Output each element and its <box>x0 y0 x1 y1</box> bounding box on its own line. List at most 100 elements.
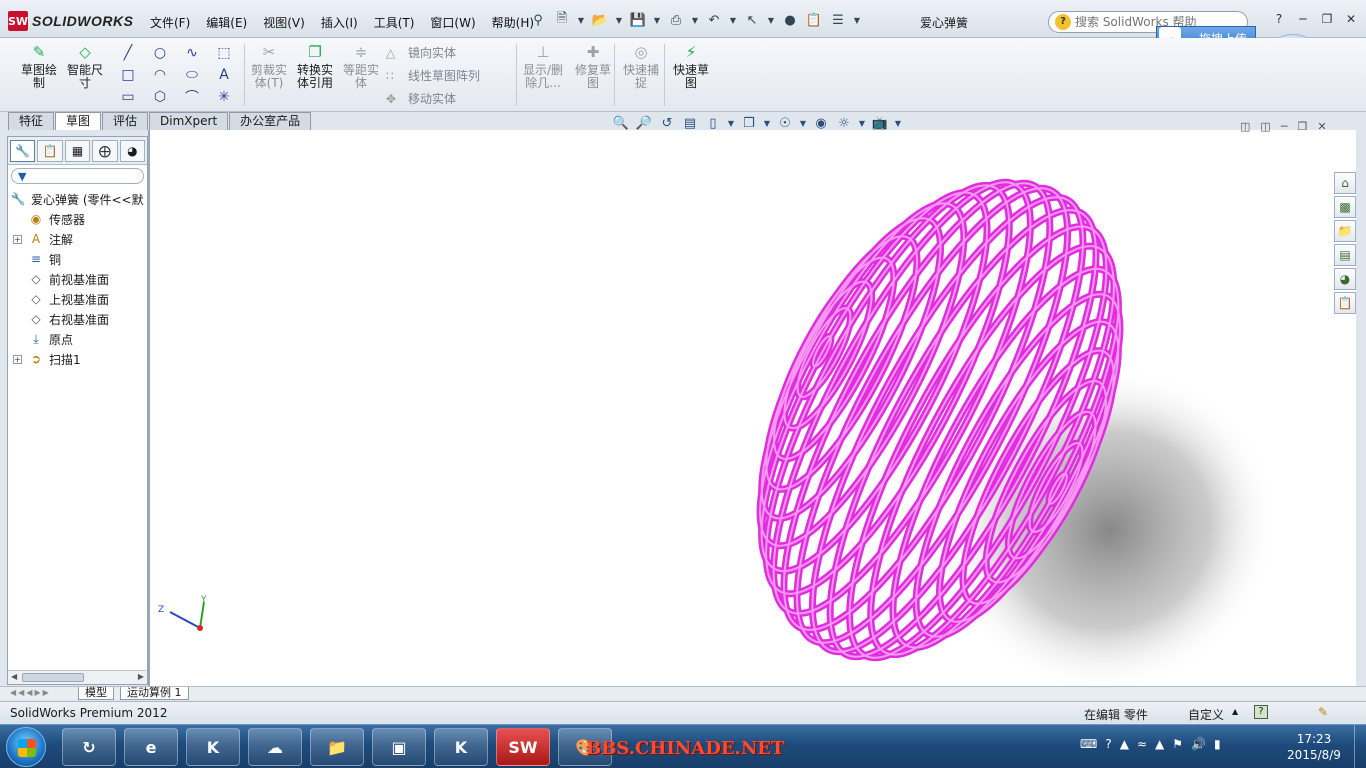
linear-pattern-button[interactable]: ∷ 线性草图阵列 <box>386 67 480 84</box>
print-icon[interactable]: ⎙ <box>666 11 686 29</box>
custom-properties-icon[interactable]: 📋 <box>1334 292 1356 314</box>
tab-office-products[interactable]: 办公室产品 <box>229 112 312 130</box>
system-clock[interactable]: 17:23 2015/8/9 <box>1286 731 1342 763</box>
undo-icon[interactable]: ↶ <box>704 11 724 29</box>
chevron-down-icon[interactable]: ▼ <box>690 11 700 29</box>
display-delete-relations-button[interactable]: ⊥ 显示/删除几... <box>520 42 566 90</box>
menu-file[interactable]: 文件(F) <box>142 12 198 33</box>
show-desktop-button[interactable] <box>1354 725 1366 768</box>
chevron-down-icon[interactable]: ▼ <box>614 11 624 29</box>
appearances-icon[interactable]: ◕ <box>1334 268 1356 290</box>
viewport-tile-icon[interactable]: ◫ <box>1240 120 1250 133</box>
rectangle-icon[interactable]: □ <box>112 64 144 86</box>
tab-evaluate[interactable]: 评估 <box>102 112 149 130</box>
tree-item-top-plane[interactable]: ◇ 上视基准面 <box>8 289 147 309</box>
new-document-icon[interactable]: 🗎 <box>552 11 572 29</box>
viewport-restore-icon[interactable]: ❐ <box>1297 120 1307 133</box>
scroll-left-icon[interactable]: ◀ <box>11 672 17 681</box>
dimxpert-manager-tab-icon[interactable]: ⨁ <box>92 140 118 162</box>
file-explorer-icon[interactable]: 📁 <box>1334 220 1356 242</box>
arc-icon[interactable]: ◠ <box>144 64 176 86</box>
file-properties-icon[interactable]: 📋 <box>804 11 824 29</box>
view-orientation-icon[interactable]: ▯ <box>704 116 722 131</box>
help-status-icon[interactable]: ? <box>1254 705 1268 719</box>
scroll-right-icon[interactable]: ▶ <box>138 672 144 681</box>
open-folder-icon[interactable]: 📂 <box>590 11 610 29</box>
chevron-down-icon[interactable]: ▼ <box>858 119 866 128</box>
rapid-sketch-button[interactable]: ⚡ 快速草图 <box>668 42 714 90</box>
tree-item-right-plane[interactable]: ◇ 右视基准面 <box>8 309 147 329</box>
line-icon[interactable]: ╱ <box>112 42 144 64</box>
expand-icon[interactable]: + <box>13 354 22 364</box>
tree-item-sweep1[interactable]: + ➲ 扫描1 <box>8 349 147 369</box>
previous-view-icon[interactable]: ↺ <box>658 116 676 131</box>
section-view-icon[interactable]: ▤ <box>681 116 699 131</box>
taskbar-app-360-icon[interactable]: ↻ <box>62 728 116 766</box>
restore-icon[interactable]: ❐ <box>1318 12 1336 28</box>
text-icon[interactable]: A <box>208 64 240 86</box>
help-icon[interactable]: ? <box>1270 12 1288 28</box>
tray-arrow-icon[interactable]: ▲ <box>1155 737 1164 751</box>
options-icon[interactable]: ☰ <box>828 11 848 29</box>
tree-item-sensors[interactable]: ◉ 传感器 <box>8 209 147 229</box>
edit-appearance-icon[interactable]: ◉ <box>812 116 830 131</box>
pin-icon[interactable]: ⚲ <box>528 11 548 29</box>
viewport-close-icon[interactable]: ✕ <box>1317 120 1326 133</box>
property-manager-tab-icon[interactable]: 📋 <box>37 140 63 162</box>
chevron-up-icon[interactable]: ▲ <box>1232 707 1238 716</box>
graphics-area[interactable]: Y Z <box>150 130 1356 686</box>
taskbar-app-kingsoft-icon[interactable]: K <box>434 728 488 766</box>
chevron-down-icon[interactable]: ▼ <box>652 11 662 29</box>
chevron-down-icon[interactable]: ▼ <box>894 119 902 128</box>
menu-insert[interactable]: 插入(I) <box>313 12 366 33</box>
view-palette-icon[interactable]: ▤ <box>1334 244 1356 266</box>
sketch-fillet-icon[interactable]: ⬚ <box>208 42 240 64</box>
tree-item-front-plane[interactable]: ◇ 前视基准面 <box>8 269 147 289</box>
volume-icon[interactable]: 🔊 <box>1191 737 1206 751</box>
tab-dimxpert[interactable]: DimXpert <box>149 112 229 130</box>
convert-entities-button[interactable]: ❐ 转换实体引用 <box>292 42 338 90</box>
menu-view[interactable]: 视图(V) <box>255 12 313 33</box>
action-center-icon[interactable]: ⚑ <box>1172 737 1183 751</box>
taskbar-app-k-icon[interactable]: K <box>186 728 240 766</box>
chevron-down-icon[interactable]: ▼ <box>727 119 735 128</box>
expand-icon[interactable]: + <box>13 234 22 244</box>
chevron-down-icon[interactable]: ▼ <box>799 119 807 128</box>
tree-root-part[interactable]: 🔧 爱心弹簧 (零件<<默 <box>8 189 147 209</box>
save-icon[interactable]: 💾 <box>628 11 648 29</box>
menu-tools[interactable]: 工具(T) <box>366 12 423 33</box>
minimize-icon[interactable]: ─ <box>1294 12 1312 28</box>
taskbar-app-solidworks-icon[interactable]: SW <box>496 728 550 766</box>
tab-features[interactable]: 特征 <box>8 112 55 130</box>
repair-sketch-button[interactable]: ✚ 修复草图 <box>570 42 616 90</box>
close-icon[interactable]: ✕ <box>1342 12 1360 28</box>
tab-sketch[interactable]: 草图 <box>55 112 102 130</box>
scroll-thumb[interactable] <box>22 673 84 682</box>
viewport-minimize-icon[interactable]: ─ <box>1281 120 1288 133</box>
chevron-down-icon[interactable]: ▼ <box>852 11 862 29</box>
chevron-down-icon[interactable]: ▼ <box>576 11 586 29</box>
slot-icon[interactable]: ▭ <box>112 86 144 108</box>
offset-entities-button[interactable]: ≑ 等距实体 <box>338 42 384 90</box>
tab-scroll-arrows-icon[interactable]: ◀◀◀▶▶ <box>10 688 51 697</box>
taskbar-app-ie-icon[interactable]: e <box>124 728 178 766</box>
view-settings-icon[interactable]: 📺 <box>871 116 889 131</box>
tree-item-material[interactable]: ≡ 铜 <box>8 249 147 269</box>
polygon-icon[interactable]: ⬡ <box>144 86 176 108</box>
menu-window[interactable]: 窗口(W) <box>422 12 483 33</box>
point-icon[interactable]: ✳ <box>208 86 240 108</box>
tray-expand-icon[interactable]: ▲ <box>1120 737 1129 751</box>
spline-icon[interactable]: ∿ <box>176 42 208 64</box>
design-library-icon[interactable]: ▩ <box>1334 196 1356 218</box>
tree-item-annotations[interactable]: + A 注解 <box>8 229 147 249</box>
panel-horizontal-scrollbar[interactable]: ◀ ▶ <box>8 670 147 684</box>
zoom-to-area-icon[interactable]: 🔎 <box>635 116 653 131</box>
sketch-button[interactable]: ✎ 草图绘制 <box>16 42 62 90</box>
circle-icon[interactable]: ○ <box>144 42 176 64</box>
chevron-down-icon[interactable]: ▼ <box>763 119 771 128</box>
hide-show-items-icon[interactable]: ☉ <box>776 116 794 131</box>
solidworks-logo[interactable]: SW SOLIDWORKS <box>8 10 133 32</box>
taskbar-app-explorer-icon[interactable]: 📁 <box>310 728 364 766</box>
move-entities-button[interactable]: ✥ 移动实体 <box>386 90 456 107</box>
trim-entities-button[interactable]: ✂ 剪裁实体(T) <box>246 42 292 90</box>
